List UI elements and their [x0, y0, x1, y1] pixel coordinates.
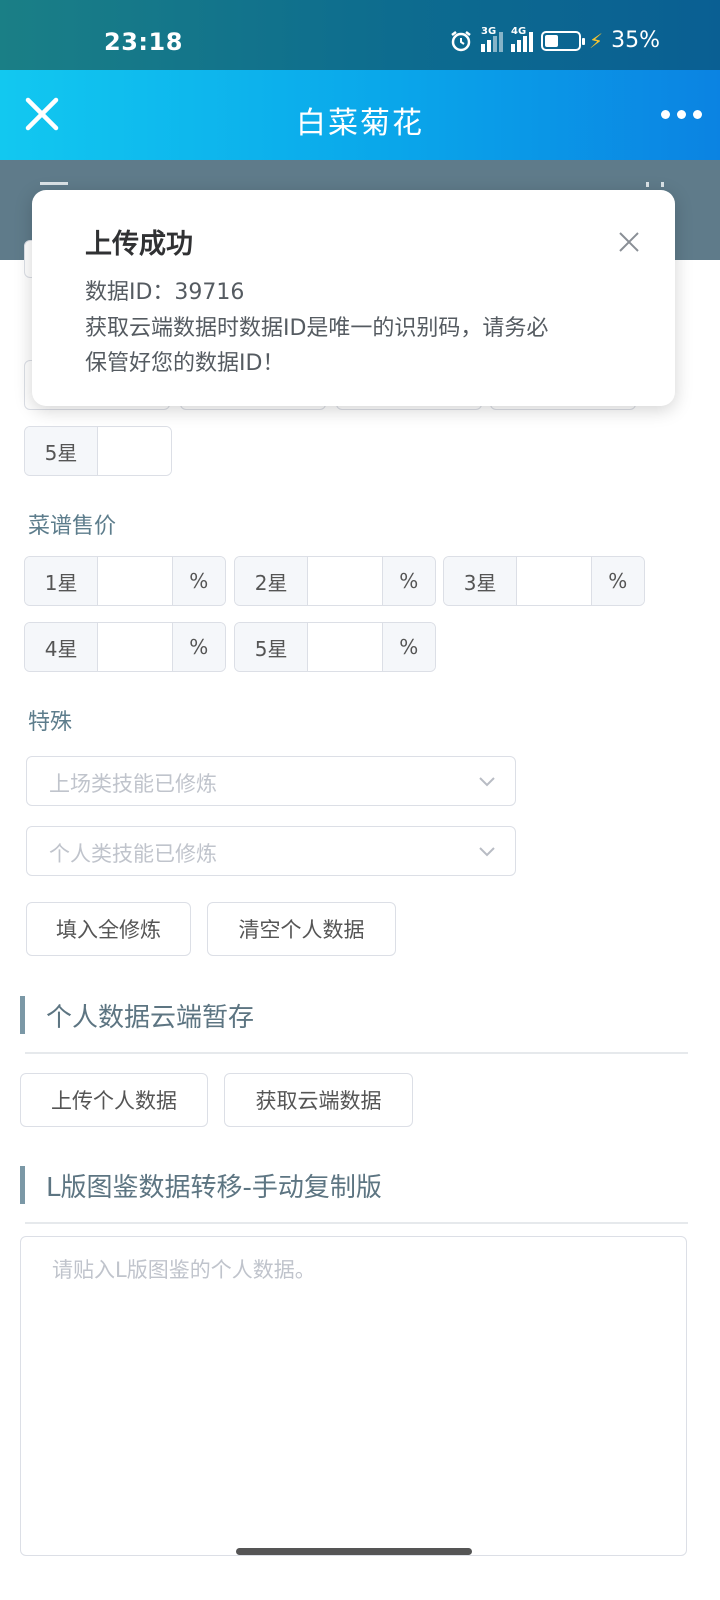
- home-indicator[interactable]: [236, 1548, 472, 1555]
- chevron-down-icon: [479, 777, 495, 787]
- toast-message: 保管好您的数据ID！: [85, 351, 285, 376]
- toast-message: 获取云端数据时数据ID是唯一的识别码，请务必: [85, 316, 549, 341]
- heading-text: 个人数据云端暂存: [46, 1003, 255, 1033]
- input-prefix: 5星: [25, 427, 98, 475]
- toast-data-id: 数据ID：39716: [85, 280, 245, 305]
- battery-percent: 35%: [611, 28, 660, 53]
- input-prefix: 5星: [235, 623, 309, 671]
- input-suffix: %: [171, 623, 225, 671]
- battery-level: [545, 34, 558, 47]
- fill-all-button[interactable]: 填入全修炼: [26, 902, 191, 956]
- signal-3g-icon: 3G: [481, 26, 504, 52]
- section-label-special: 特殊: [28, 710, 73, 735]
- upload-success-toast: 上传成功 数据ID：39716 获取云端数据时数据ID是唯一的识别码，请务必 保…: [32, 190, 675, 406]
- toolbar-icon[interactable]: [646, 182, 664, 187]
- toast-title: 上传成功: [85, 229, 193, 260]
- select-placeholder: 上场类技能已修炼: [49, 772, 217, 796]
- price-input-group: 5星 %: [234, 622, 436, 672]
- select-placeholder: 个人类技能已修炼: [49, 842, 217, 866]
- heading-accent: [20, 996, 25, 1034]
- alarm-icon: [451, 30, 471, 51]
- clear-personal-data-button[interactable]: 清空个人数据: [207, 902, 396, 956]
- input-prefix: 4星: [25, 623, 99, 671]
- fetch-cloud-data-button[interactable]: 获取云端数据: [224, 1073, 413, 1127]
- title-bar: 白菜菊花: [0, 70, 720, 160]
- heading-text: L版图鉴数据转移-手动复制版: [46, 1173, 382, 1203]
- status-time: 23:18: [104, 28, 183, 56]
- star-input[interactable]: [98, 427, 171, 475]
- price-input[interactable]: [308, 557, 382, 605]
- price-input[interactable]: [98, 623, 172, 671]
- close-icon[interactable]: [617, 230, 641, 254]
- price-input-group: 4星 %: [24, 622, 226, 672]
- price-input-group: 3星 %: [443, 556, 645, 606]
- signal-4g-icon: 4G: [511, 26, 534, 52]
- section-heading-cloud: 个人数据云端暂存: [20, 996, 688, 1056]
- more-icon[interactable]: [661, 110, 702, 119]
- price-input[interactable]: [308, 623, 382, 671]
- divider: [25, 1222, 688, 1224]
- price-input[interactable]: [517, 557, 591, 605]
- price-input-group: 2星 %: [234, 556, 436, 606]
- input-suffix: %: [590, 557, 644, 605]
- input-prefix: 1星: [25, 557, 99, 605]
- heading-accent: [20, 1166, 25, 1204]
- upload-personal-data-button[interactable]: 上传个人数据: [20, 1073, 208, 1127]
- status-bar: 23:18 3G 4G ⚡ 35%: [0, 0, 720, 70]
- price-input-group: 1星 %: [24, 556, 226, 606]
- section-heading-transfer: L版图鉴数据转移-手动复制版: [20, 1166, 688, 1226]
- input-suffix: %: [171, 557, 225, 605]
- star-input-group: 5星: [24, 426, 172, 476]
- battery-icon: [541, 30, 586, 51]
- status-icons: 3G 4G ⚡ 35%: [449, 26, 660, 53]
- input-prefix: 2星: [235, 557, 309, 605]
- textarea-placeholder: 请贴入L版图鉴的个人数据。: [52, 1258, 316, 1282]
- personal-skill-select[interactable]: 个人类技能已修炼: [26, 826, 516, 876]
- menu-icon[interactable]: [40, 182, 68, 185]
- divider: [25, 1052, 688, 1054]
- input-suffix: %: [381, 623, 435, 671]
- charging-icon: ⚡: [589, 28, 604, 53]
- section-label-price: 菜谱售价: [28, 514, 117, 539]
- input-suffix: %: [381, 557, 435, 605]
- price-input[interactable]: [98, 557, 172, 605]
- chevron-down-icon: [479, 847, 495, 857]
- input-prefix: 3星: [444, 557, 518, 605]
- data-paste-textarea[interactable]: 请贴入L版图鉴的个人数据。: [20, 1236, 687, 1556]
- page-title: 白菜菊花: [296, 106, 424, 141]
- battle-skill-select[interactable]: 上场类技能已修炼: [26, 756, 516, 806]
